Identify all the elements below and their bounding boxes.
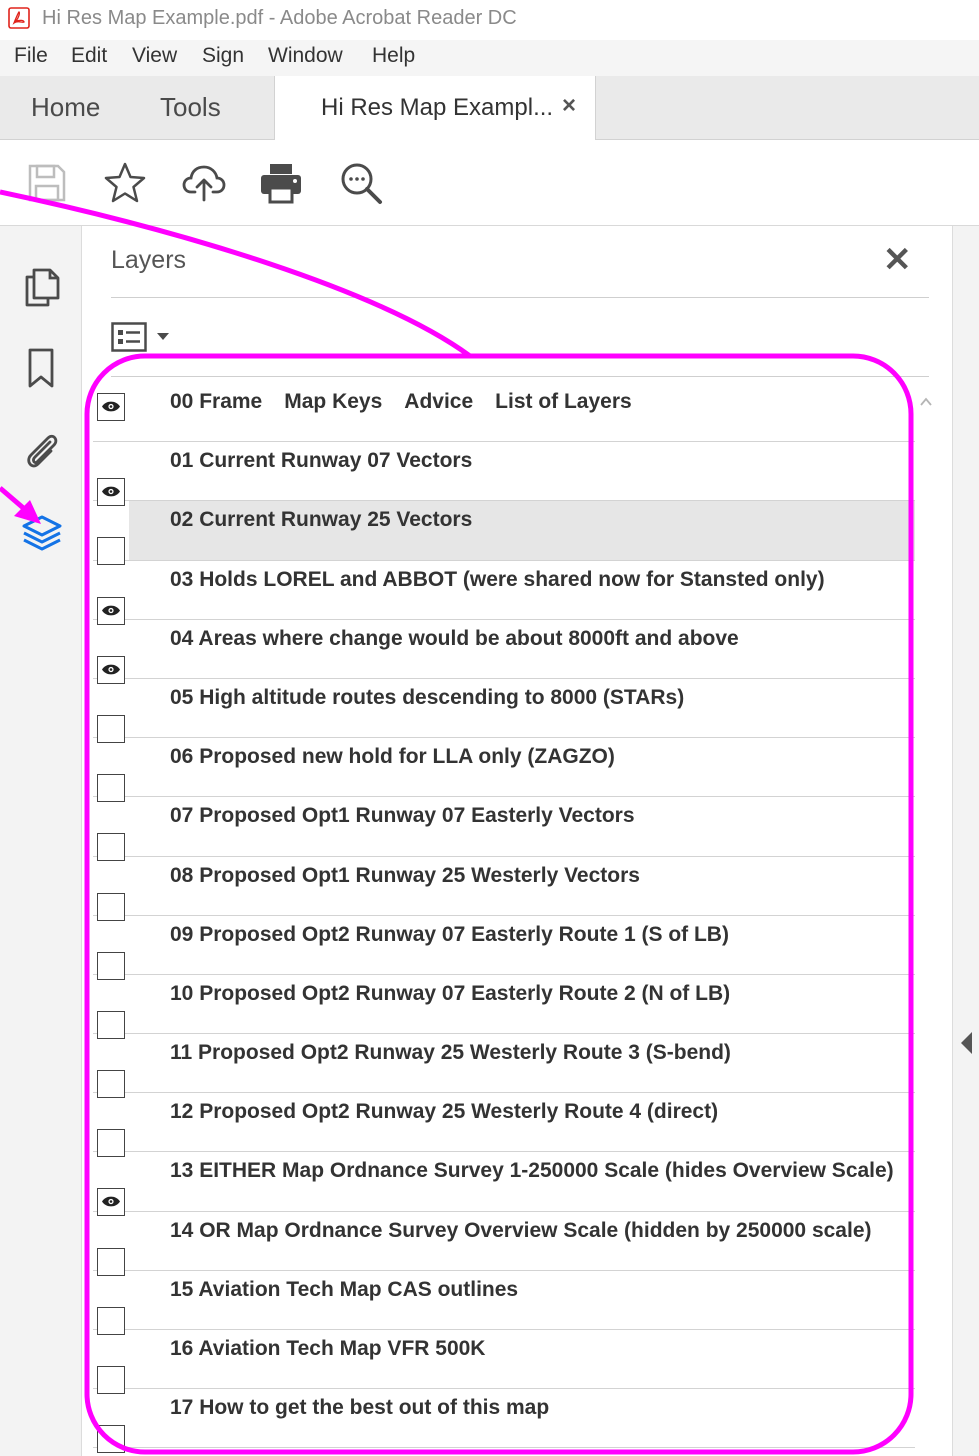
layer-label: 14 OR Map Ordnance Survey Overview Scale… bbox=[170, 1218, 872, 1242]
layer-row[interactable]: 09 Proposed Opt2 Runway 07 Easterly Rout… bbox=[93, 916, 915, 980]
print-icon[interactable] bbox=[258, 160, 304, 206]
tab-document-label: Hi Res Map Exampl... bbox=[321, 94, 554, 121]
acrobat-icon bbox=[8, 7, 30, 29]
layer-row[interactable]: 17 How to get the best out of this map bbox=[93, 1389, 915, 1454]
eye-icon bbox=[102, 401, 120, 412]
collapse-arrow-icon[interactable] bbox=[961, 1032, 972, 1054]
panel-divider bbox=[111, 376, 929, 377]
layer-label: 04 Areas where change would be about 800… bbox=[170, 626, 739, 650]
menu-view[interactable]: View bbox=[132, 44, 177, 68]
menu-edit[interactable]: Edit bbox=[71, 44, 107, 68]
layer-row[interactable]: 08 Proposed Opt1 Runway 25 Westerly Vect… bbox=[93, 857, 915, 921]
layer-options-icon[interactable] bbox=[111, 322, 173, 352]
layer-label: 17 How to get the best out of this map bbox=[170, 1396, 550, 1420]
layer-row[interactable]: 11 Proposed Opt2 Runway 25 Westerly Rout… bbox=[93, 1034, 915, 1099]
layer-row[interactable]: 12 Proposed Opt2 Runway 25 Westerly Rout… bbox=[93, 1093, 915, 1158]
window-title: Hi Res Map Example.pdf - Adobe Acrobat R… bbox=[42, 7, 517, 29]
layer-row[interactable]: 04 Areas where change would be about 800… bbox=[93, 620, 915, 684]
layer-label: 09 Proposed Opt2 Runway 07 Easterly Rout… bbox=[170, 922, 729, 946]
eye-icon bbox=[102, 605, 120, 615]
tab-close-icon[interactable]: × bbox=[562, 92, 576, 120]
menu-bar: File Edit View Sign Window Help bbox=[0, 40, 979, 76]
layer-label: 05 High altitude routes descending to 80… bbox=[170, 685, 685, 709]
layer-label: 07 Proposed Opt1 Runway 07 Easterly Vect… bbox=[170, 804, 635, 828]
layer-row[interactable]: 03 Holds LOREL and ABBOT (were shared no… bbox=[93, 561, 915, 625]
layer-label: 10 Proposed Opt2 Runway 07 Easterly Rout… bbox=[170, 981, 731, 1005]
tab-bar: Home Tools Hi Res Map Exampl... × bbox=[0, 76, 979, 141]
bookmark-icon[interactable] bbox=[20, 346, 64, 390]
pages-icon[interactable] bbox=[20, 264, 64, 308]
layer-label: 16 Aviation Tech Map VFR 500K bbox=[170, 1337, 486, 1360]
layer-row[interactable]: 06 Proposed new hold for LLA only (ZAGZO… bbox=[93, 738, 915, 803]
layer-label-part: List of Layers bbox=[495, 390, 632, 413]
layer-row[interactable]: 05 High altitude routes descending to 80… bbox=[93, 679, 915, 743]
tab-tools[interactable]: Tools bbox=[160, 92, 221, 123]
layer-label-part: Map Keys bbox=[284, 390, 383, 413]
layer-label: 01 Current Runway 07 Vectors bbox=[170, 449, 473, 473]
menu-window[interactable]: Window bbox=[268, 44, 343, 68]
layer-row[interactable]: 01 Current Runway 07 Vectors bbox=[93, 442, 915, 507]
layer-label: 02 Current Runway 25 Vectors bbox=[170, 508, 473, 532]
attachment-icon[interactable] bbox=[20, 428, 64, 472]
layer-row[interactable]: 07 Proposed Opt1 Runway 07 Easterly Vect… bbox=[93, 797, 915, 862]
layer-label-part: 00 Frame bbox=[170, 390, 263, 413]
eye-icon bbox=[102, 1197, 120, 1207]
menu-help[interactable]: Help bbox=[372, 44, 415, 68]
zoom-search-icon[interactable] bbox=[338, 160, 384, 206]
close-icon[interactable]: ✕ bbox=[883, 240, 912, 280]
layer-row[interactable]: 00 Frame Map Keys Advice List of Layers bbox=[93, 383, 915, 443]
layer-label: 06 Proposed new hold for LLA only (ZAGZO… bbox=[170, 745, 615, 769]
panel-divider bbox=[111, 297, 929, 298]
layer-row[interactable]: 10 Proposed Opt2 Runway 07 Easterly Rout… bbox=[93, 975, 915, 1039]
layer-label-part: Advice bbox=[404, 390, 474, 413]
navigation-rail bbox=[0, 226, 82, 1456]
menu-sign[interactable]: Sign bbox=[202, 44, 244, 68]
cloud-upload-icon[interactable] bbox=[181, 160, 227, 206]
layer-label: 11 Proposed Opt2 Runway 25 Westerly Rout… bbox=[170, 1041, 731, 1065]
panel-title: Layers bbox=[111, 246, 187, 274]
layers-list: 00 Frame Map Keys Advice List of Layers 01 C… bbox=[93, 383, 915, 1454]
layer-label: 08 Proposed Opt1 Runway 25 Westerly Vect… bbox=[170, 863, 640, 887]
right-panel-strip bbox=[952, 226, 979, 1456]
layer-row[interactable]: 15 Aviation Tech Map CAS outlines bbox=[93, 1271, 915, 1335]
layer-label: 13 EITHER Map Ordnance Survey 1-250000 S… bbox=[170, 1159, 894, 1183]
layer-visibility-checkbox[interactable] bbox=[97, 393, 125, 421]
title-bar: Hi Res Map Example.pdf - Adobe Acrobat R… bbox=[0, 0, 979, 40]
layer-row[interactable]: 16 Aviation Tech Map VFR 500K bbox=[93, 1330, 915, 1394]
layer-label: 15 Aviation Tech Map CAS outlines bbox=[170, 1277, 519, 1301]
star-icon[interactable] bbox=[102, 160, 148, 206]
layers-panel: Layers ✕ 00 Frame Map Keys Advice List of L… bbox=[83, 226, 952, 1456]
save-icon[interactable] bbox=[24, 160, 70, 206]
layer-row[interactable]: 13 EITHER Map Ordnance Survey 1-250000 S… bbox=[93, 1152, 915, 1217]
layer-label: 00 Frame Map Keys Advice List of Layers bbox=[170, 390, 632, 414]
toolbar bbox=[0, 140, 979, 226]
eye-icon bbox=[102, 664, 120, 675]
menu-file[interactable]: File bbox=[14, 44, 48, 68]
layer-label: 03 Holds LOREL and ABBOT (were shared no… bbox=[170, 567, 825, 591]
layer-row[interactable]: 02 Current Runway 25 Vectors bbox=[93, 501, 915, 566]
tab-document[interactable]: Hi Res Map Exampl... × bbox=[274, 76, 596, 141]
layer-row[interactable]: 14 OR Map Ordnance Survey Overview Scale… bbox=[93, 1212, 915, 1276]
scroll-up-icon[interactable] bbox=[920, 396, 932, 408]
eye-icon bbox=[102, 486, 120, 497]
layers-icon[interactable] bbox=[20, 512, 64, 556]
tab-home[interactable]: Home bbox=[31, 92, 100, 123]
layer-visibility-checkbox[interactable] bbox=[97, 1425, 125, 1454]
layer-label: 12 Proposed Opt2 Runway 25 Westerly Rout… bbox=[170, 1100, 719, 1124]
